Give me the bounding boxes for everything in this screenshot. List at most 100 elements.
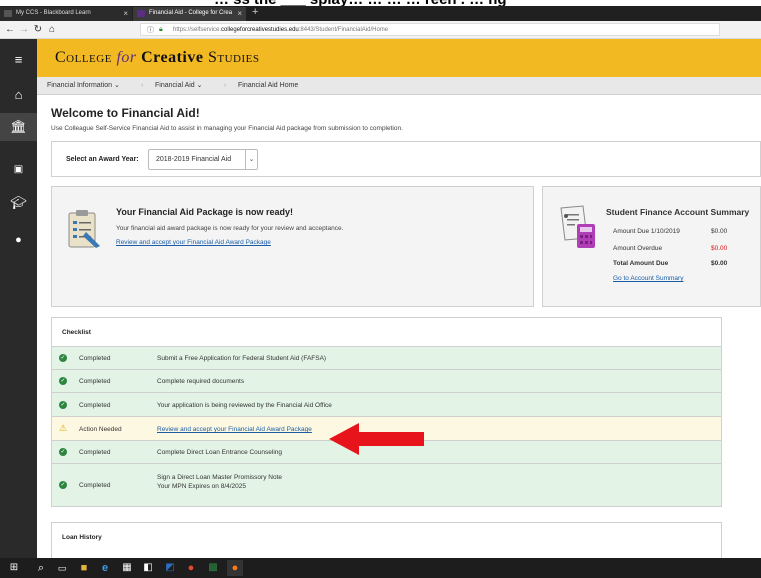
url-input[interactable]: ⓘ 🔒︎ https://selfservice.collegeforcreat…	[140, 23, 720, 36]
logo-college: College	[55, 49, 112, 66]
page-title: Welcome to Financial Aid!	[51, 106, 200, 120]
amount-due-label: Amount Due 1/10/2019	[613, 228, 680, 235]
college-logo[interactable]: College for Creative Studies	[55, 49, 259, 67]
student-finance-icon[interactable]: ▣	[0, 156, 37, 184]
loan-history-title: Loan History	[62, 534, 102, 541]
list-item: ✓ Completed Your application is being re…	[52, 393, 721, 417]
tab-title: Financial Aid - College for Crea	[149, 10, 233, 16]
award-year-select[interactable]: 2018-2019 Financial Aid ⌄	[148, 149, 258, 170]
checklist-description-line1: Sign a Direct Loan Master Promissory Not…	[157, 474, 282, 481]
logo-studies: Studies	[207, 49, 260, 66]
checklist-description: Submit a Free Application for Federal St…	[157, 355, 327, 362]
lock-icon: 🔒︎	[159, 26, 163, 33]
back-icon[interactable]: ←	[4, 23, 16, 36]
search-icon[interactable]: ⌕	[33, 560, 49, 576]
home-icon[interactable]: ⌂	[46, 23, 58, 36]
checklist-description: Complete Direct Loan Entrance Counseling	[157, 449, 283, 456]
file-explorer-icon[interactable]: ■	[76, 560, 92, 576]
page-subtitle: Use Colleague Self-Service Financial Aid…	[51, 125, 403, 132]
task-view-icon[interactable]: ▭	[54, 560, 70, 576]
list-item: ✓ Completed Sign a Direct Loan Master Pr…	[52, 464, 721, 506]
chrome-icon[interactable]: ●	[183, 560, 199, 576]
breadcrumb-separator-icon: ›	[141, 82, 144, 89]
firefox-icon[interactable]: ●	[227, 560, 243, 576]
check-circle-icon: ✓	[59, 481, 67, 489]
browser-tab-financial-aid[interactable]: Financial Aid - College for Crea ×	[133, 7, 246, 21]
checklist-status: Completed	[79, 378, 111, 385]
chevron-down-icon: ⌄	[245, 149, 257, 170]
left-nav-rail: ≡ ⌂ 🏛︎ ▣ 🎓︎ ●	[0, 39, 37, 558]
url-path: :8443/Student/FinancialAid/Home	[298, 27, 389, 33]
breadcrumb-financial-aid[interactable]: Financial Aid ⌄	[155, 77, 203, 95]
checklist-status: Completed	[79, 402, 111, 409]
main-content: Welcome to Financial Aid! Use Colleague …	[37, 95, 761, 562]
amount-overdue-value: $0.00	[711, 245, 728, 252]
loan-history-panel: Loan History	[51, 522, 722, 562]
check-circle-icon: ✓	[59, 377, 67, 385]
blackboard-favicon-icon	[4, 10, 12, 17]
document-checklist-icon	[68, 210, 100, 248]
tab-title: My CCS - Blackboard Learn	[16, 10, 91, 16]
windows-start-icon[interactable]: ⊞	[6, 560, 22, 576]
checklist-status: Completed	[79, 355, 111, 362]
breadcrumb-financial-aid-home[interactable]: Financial Aid Home	[238, 77, 298, 95]
account-summary-link[interactable]: Go to Account Summary	[613, 275, 683, 282]
financial-aid-bank-icon[interactable]: 🏛︎	[0, 113, 37, 141]
breadcrumb: Financial Information ⌄ › Financial Aid …	[37, 77, 761, 95]
total-amount-due-label: Total Amount Due	[613, 260, 669, 267]
check-circle-icon: ✓	[59, 401, 67, 409]
breadcrumb-separator-icon: ›	[224, 82, 227, 89]
total-amount-due-value: $0.00	[711, 260, 728, 267]
checklist-description: Complete required documents	[157, 378, 245, 385]
breadcrumb-financial-information[interactable]: Financial Information ⌄	[47, 77, 120, 95]
url-prefix: https://selfservice.	[173, 27, 222, 33]
warning-icon: ⚠	[59, 423, 68, 433]
info-icon[interactable]: ⓘ	[147, 25, 154, 35]
graduation-cap-icon[interactable]: 🎓︎	[0, 189, 37, 217]
review-award-package-checklist-link[interactable]: Review and accept your Financial Aid Awa…	[157, 426, 312, 433]
close-tab-icon[interactable]: ×	[123, 9, 128, 18]
college-favicon-icon	[137, 10, 145, 17]
store-icon[interactable]: ◧	[140, 560, 156, 576]
new-tab-icon[interactable]: +	[252, 6, 258, 18]
package-card-title: Your Financial Aid Package is now ready!	[116, 207, 294, 217]
award-year-card: Select an Award Year: 2018-2019 Financia…	[51, 141, 761, 177]
forward-icon[interactable]: →	[18, 23, 30, 36]
account-summary-card: Student Finance Account Summary Amount D…	[542, 186, 761, 307]
breadcrumb-label: Financial Information	[47, 82, 112, 89]
package-card-text: Your financial aid award package is now …	[116, 225, 344, 232]
logo-for: for	[116, 49, 137, 66]
checklist-status: Action Needed	[79, 426, 122, 433]
amount-overdue-label: Amount Overdue	[613, 245, 663, 252]
checklist-panel: Checklist ✓ Completed Submit a Free Appl…	[51, 317, 722, 507]
list-item: ✓ Completed Complete required documents	[52, 370, 721, 393]
check-circle-icon: ✓	[59, 448, 67, 456]
checklist-description: Sign a Direct Loan Master Promissory Not…	[157, 474, 282, 490]
checklist-status: Completed	[79, 449, 111, 456]
home-nav-icon[interactable]: ⌂	[0, 81, 37, 109]
url-domain: collegeforcreativestudies.edu	[221, 27, 299, 33]
close-tab-icon[interactable]: ×	[237, 9, 242, 18]
excel-icon[interactable]: ▩	[205, 560, 221, 576]
site-header: College for Creative Studies	[37, 39, 761, 77]
windows-taskbar: ⊞ ⌕ ▭ ■ e ▦ ◧ ◩ ● ▩ ●	[0, 558, 761, 578]
checklist-header: Checklist	[52, 318, 721, 347]
checklist-description-line2: Your MPN Expires on 8/4/2025	[157, 483, 247, 490]
list-item: ✓ Completed Submit a Free Application fo…	[52, 347, 721, 370]
refresh-icon[interactable]: ↻	[32, 23, 44, 36]
review-award-package-link[interactable]: Review and accept your Financial Aid Awa…	[116, 239, 271, 246]
browser-address-bar: ← → ↻ ⌂ ⓘ 🔒︎ https://selfservice.college…	[0, 21, 761, 39]
calculator-icon[interactable]: ▦	[119, 560, 135, 576]
edge-browser-icon[interactable]: e	[97, 560, 113, 576]
checklist-title: Checklist	[62, 329, 91, 336]
red-arrow-annotation-icon	[329, 423, 424, 455]
browser-tab-bar: My CCS - Blackboard Learn × Financial Ai…	[0, 6, 761, 21]
menu-icon[interactable]: ≡	[0, 46, 37, 74]
bill-calculator-icon	[560, 205, 595, 248]
outlook-icon[interactable]: ◩	[162, 560, 178, 576]
account-summary-title: Student Finance Account Summary	[606, 207, 750, 217]
breadcrumb-label: Financial Aid	[155, 82, 195, 89]
browser-tab-blackboard[interactable]: My CCS - Blackboard Learn ×	[0, 7, 132, 21]
user-profile-icon[interactable]: ●	[0, 226, 37, 254]
amount-due-value: $0.00	[711, 228, 728, 235]
